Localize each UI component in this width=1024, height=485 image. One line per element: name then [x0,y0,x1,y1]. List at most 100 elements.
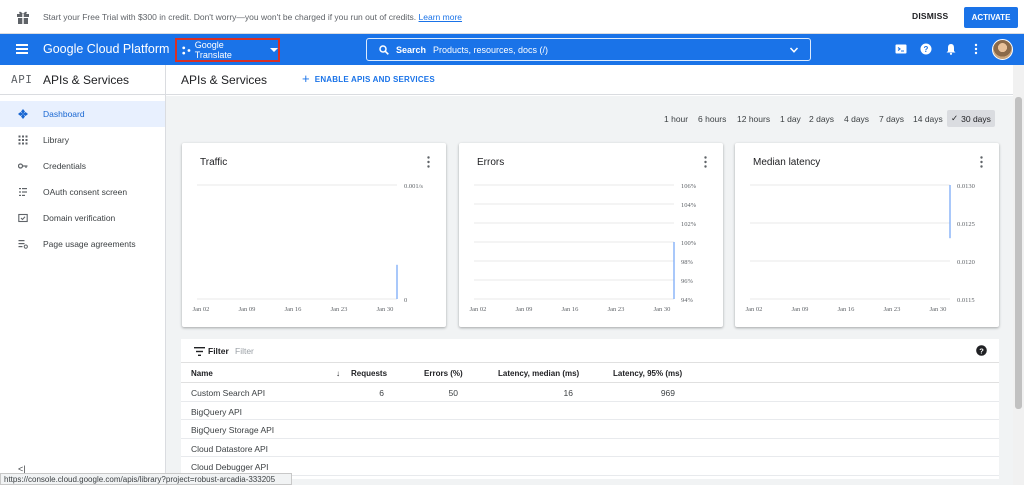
x-tick-label: Jan 23 [884,306,901,313]
x-tick-label: Jan 23 [608,306,625,313]
y-tick-label: 0.0125 [957,221,975,228]
cloud-shell-icon[interactable] [895,43,907,55]
project-dots-icon [182,45,191,55]
filter-input[interactable]: Filter [235,346,254,356]
filter-bar[interactable]: Filter Filter ? [181,339,999,363]
x-tick-label: Jan 02 [193,306,210,313]
sidebar-item-label: Domain verification [43,213,116,223]
time-range-2-days[interactable]: 2 days [805,110,838,127]
x-tick-label: Jan 30 [654,306,671,313]
free-trial-banner: Start your Free Trial with $300 in credi… [0,0,1024,34]
enable-apis-label: ENABLE APIS AND SERVICES [314,74,435,84]
filter-icon [194,347,205,356]
col-requests[interactable]: Requests [351,369,387,378]
table-row[interactable]: BigQuery Storage API [181,420,999,439]
svg-text:?: ? [979,346,984,355]
trial-message-text: Start your Free Trial with $300 in credi… [43,12,417,22]
cell-name[interactable]: Cloud Debugger API [191,462,269,472]
time-range-label: 1 hour [664,113,689,124]
page-header: APIs & Services + ENABLE APIS AND SERVIC… [166,65,1024,95]
sidebar-item-label: Page usage agreements [43,239,136,249]
user-avatar[interactable] [992,39,1013,60]
time-range-14-days[interactable]: 14 days [909,110,947,127]
sidebar-item-label: Dashboard [43,109,85,119]
svg-text:?: ? [924,45,929,54]
sort-arrow-icon[interactable]: ↓ [336,369,340,378]
check-icon: ✓ [951,113,959,123]
col-latency-median[interactable]: Latency, median (ms) [498,369,579,378]
gift-icon [17,11,29,24]
time-range-1-day[interactable]: 1 day [776,110,805,127]
col-latency-95[interactable]: Latency, 95% (ms) [613,369,682,378]
x-tick-label: Jan 16 [285,306,303,313]
time-range-label: 4 days [844,113,870,124]
search-label: Search [396,45,427,55]
errors-chart-card: Errors 106% 104% 102% 100% 98% 96% 94% Jan 02 Ja… [459,143,723,327]
status-url-bar: https://console.cloud.google.com/apis/li… [0,473,292,485]
page-scrollbar[interactable] [1013,65,1024,485]
x-tick-label: Jan 16 [838,306,856,313]
table-header: Name ↓ Requests Errors (%) Latency, medi… [181,364,999,383]
more-vert-icon[interactable] [970,43,982,55]
help-icon[interactable]: ? [920,43,932,55]
sidebar-item-dashboard[interactable]: Dashboard [0,101,165,127]
median-latency-chart-card: Median latency 0.0130 0.0125 0.0120 0.0115 J… [735,143,999,327]
sidebar-item-page-usage[interactable]: Page usage agreements [0,231,165,257]
errors-chart: 106% 104% 102% 100% 98% 96% 94% Jan 02 Jan 09 Jan… [470,183,697,313]
cell-name[interactable]: BigQuery Storage API [191,425,274,435]
api-logo-icon: API [11,73,33,86]
filter-label: Filter [208,346,229,356]
time-range-6-hours[interactable]: 6 hours [694,110,730,127]
sidebar-header: API APIs & Services [0,65,165,95]
time-range-30-days[interactable]: ✓ 30 days [947,110,995,127]
cell-name[interactable]: Custom Search API [191,388,265,398]
sidebar-item-credentials[interactable]: Credentials [0,153,165,179]
time-range-label: 7 days [879,113,905,124]
table-row[interactable]: Cloud Debugger API [181,457,999,476]
y-tick-label: 96% [681,278,694,285]
project-picker[interactable]: Google Translate [175,38,280,62]
search-bar[interactable]: Search Products, resources, docs (/) [366,38,811,61]
cell-errors: 50 [448,388,458,398]
x-tick-label: Jan 02 [470,306,487,313]
time-range-label: 12 hours [737,113,771,124]
chevron-down-icon[interactable] [789,45,799,55]
learn-more-link[interactable]: Learn more [419,12,462,22]
cell-name[interactable]: Cloud Datastore API [191,444,268,454]
search-placeholder: Products, resources, docs (/) [433,45,549,55]
sidebar-item-domain-verification[interactable]: Domain verification [0,205,165,231]
sidebar-item-library[interactable]: Library [0,127,165,153]
brand-title[interactable]: Google Cloud Platform [43,42,169,56]
time-range-label: 2 days [809,113,835,124]
dismiss-button[interactable]: DISMISS [912,11,948,21]
sidebar-item-label: Credentials [43,161,86,171]
cell-requests: 6 [379,388,384,398]
enable-apis-button[interactable]: + ENABLE APIS AND SERVICES [302,72,435,85]
time-range-4-days[interactable]: 4 days [840,110,873,127]
hamburger-menu-icon[interactable] [16,44,28,54]
consent-icon [19,188,27,196]
col-name[interactable]: Name [191,369,213,378]
activate-button[interactable]: ACTIVATE [964,7,1018,28]
table-row[interactable]: Cloud Datastore API [181,439,999,457]
y-tick-label: 106% [681,183,697,190]
col-errors[interactable]: Errors (%) [424,369,463,378]
y-tick-label: 104% [681,202,697,209]
scrollbar-thumb[interactable] [1015,97,1022,409]
sidebar-item-oauth-consent[interactable]: OAuth consent screen [0,179,165,205]
traffic-chart-card: Traffic 0.001/s 0 Jan 02 Jan 09 Jan 16 Jan 23… [182,143,446,327]
api-table: Filter Filter ? Name ↓ Requests Errors (… [181,339,999,479]
settings-list-icon [18,240,28,249]
time-range-1-hour[interactable]: 1 hour [660,110,692,127]
cell-name[interactable]: BigQuery API [191,407,242,417]
sidebar-item-label: Library [43,135,69,145]
time-range-12-hours[interactable]: 12 hours [733,110,774,127]
key-icon [18,163,28,169]
table-row[interactable]: BigQuery API [181,402,999,420]
time-range-7-days[interactable]: 7 days [875,110,908,127]
table-row[interactable]: Custom Search API 6 50 16 969 [181,383,999,402]
help-icon[interactable]: ? [976,345,987,356]
time-range-label: 1 day [780,113,801,124]
notifications-bell-icon[interactable] [945,43,957,55]
time-range-label: 30 days [961,113,991,124]
